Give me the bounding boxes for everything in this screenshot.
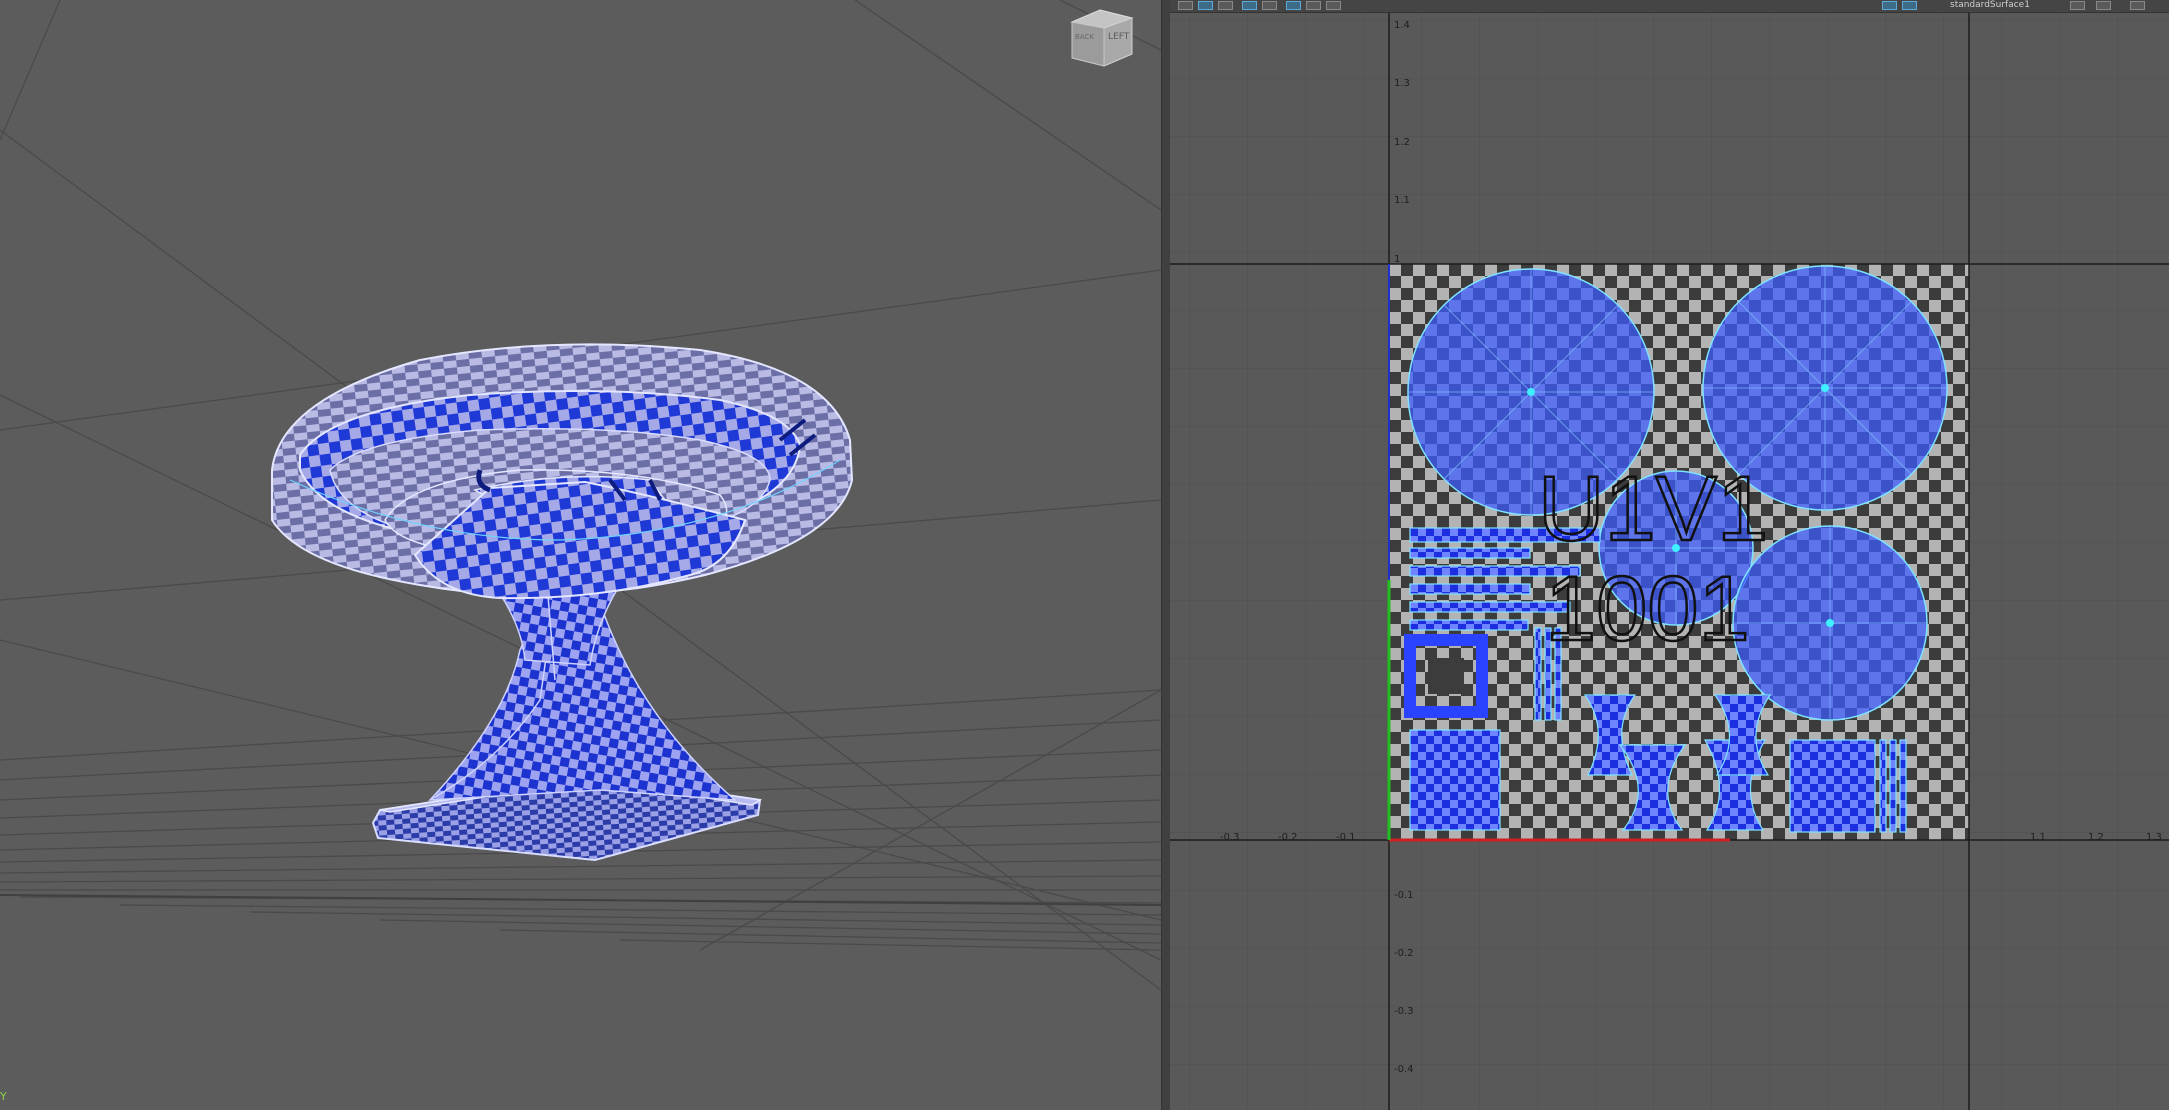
v-tick: 1 (1394, 254, 1401, 265)
uv-filter-icon[interactable] (1262, 1, 1277, 10)
view-cube-back-label: BACK (1075, 33, 1094, 41)
uv-image-display-icon[interactable] (1286, 1, 1301, 10)
uv-shade-toggle-icon[interactable] (1218, 1, 1233, 10)
v-tick: 1.4 (1394, 20, 1410, 31)
perspective-scene: LEFT BACK (0, 0, 1161, 991)
tile-label-udim-coords: U1V1 (1538, 458, 1768, 560)
uv-grid-toggle-icon[interactable] (1178, 1, 1193, 10)
view-cube-left-label: LEFT (1108, 32, 1130, 42)
u-tick: -0.3 (1220, 832, 1240, 843)
perspective-viewport[interactable]: LEFT BACK Y (0, 0, 1161, 1110)
uv-canvas: U1V1 1001 (1170, 0, 2169, 1110)
pedestal-model (271, 343, 854, 862)
grid-axis-line (0, 894, 1161, 906)
axis-indicator-y: Y (0, 1090, 7, 1103)
uv-options-icon[interactable] (2130, 1, 2145, 10)
uv-checker-toggle-icon[interactable] (1198, 1, 1213, 10)
v-tick: -0.1 (1394, 890, 1414, 901)
u-tick: -0.1 (1336, 832, 1356, 843)
u-tick: 1.3 (2146, 832, 2162, 843)
v-tick: 1.2 (1394, 137, 1410, 148)
view-cube: LEFT BACK (1070, 9, 1134, 67)
v-tick: 1.1 (1394, 195, 1410, 206)
u-tick: 1.1 (2030, 832, 2046, 843)
uv-editor-pane[interactable]: U1V1 1001 1.4 1.3 1.2 1.1 1 -0.1 -0.2 -0… (1170, 0, 2169, 1110)
uv-settings-icon[interactable] (1326, 1, 1341, 10)
v-tick: -0.2 (1394, 948, 1414, 959)
uv-editor-toolbar: standardSurface1 (1170, 0, 2169, 13)
uv-udim-toggle-icon[interactable] (1902, 1, 1917, 10)
uv-lock-icon[interactable] (2096, 1, 2111, 10)
uv-distortion-toggle-icon[interactable] (1242, 1, 1257, 10)
v-tick: 1.3 (1394, 78, 1410, 89)
u-tick: -0.2 (1278, 832, 1298, 843)
u-tick: 1.2 (2088, 832, 2104, 843)
texture-name-dropdown[interactable]: standardSurface1 (1950, 0, 2030, 10)
v-tick: -0.3 (1394, 1006, 1414, 1017)
uv-eye-icon[interactable] (2070, 1, 2085, 10)
uv-snapshot-icon[interactable] (1306, 1, 1321, 10)
uv-tile-toggle-icon[interactable] (1882, 1, 1897, 10)
tile-label-udim-number: 1001 (1545, 558, 1750, 660)
v-tick: -0.4 (1394, 1064, 1414, 1075)
